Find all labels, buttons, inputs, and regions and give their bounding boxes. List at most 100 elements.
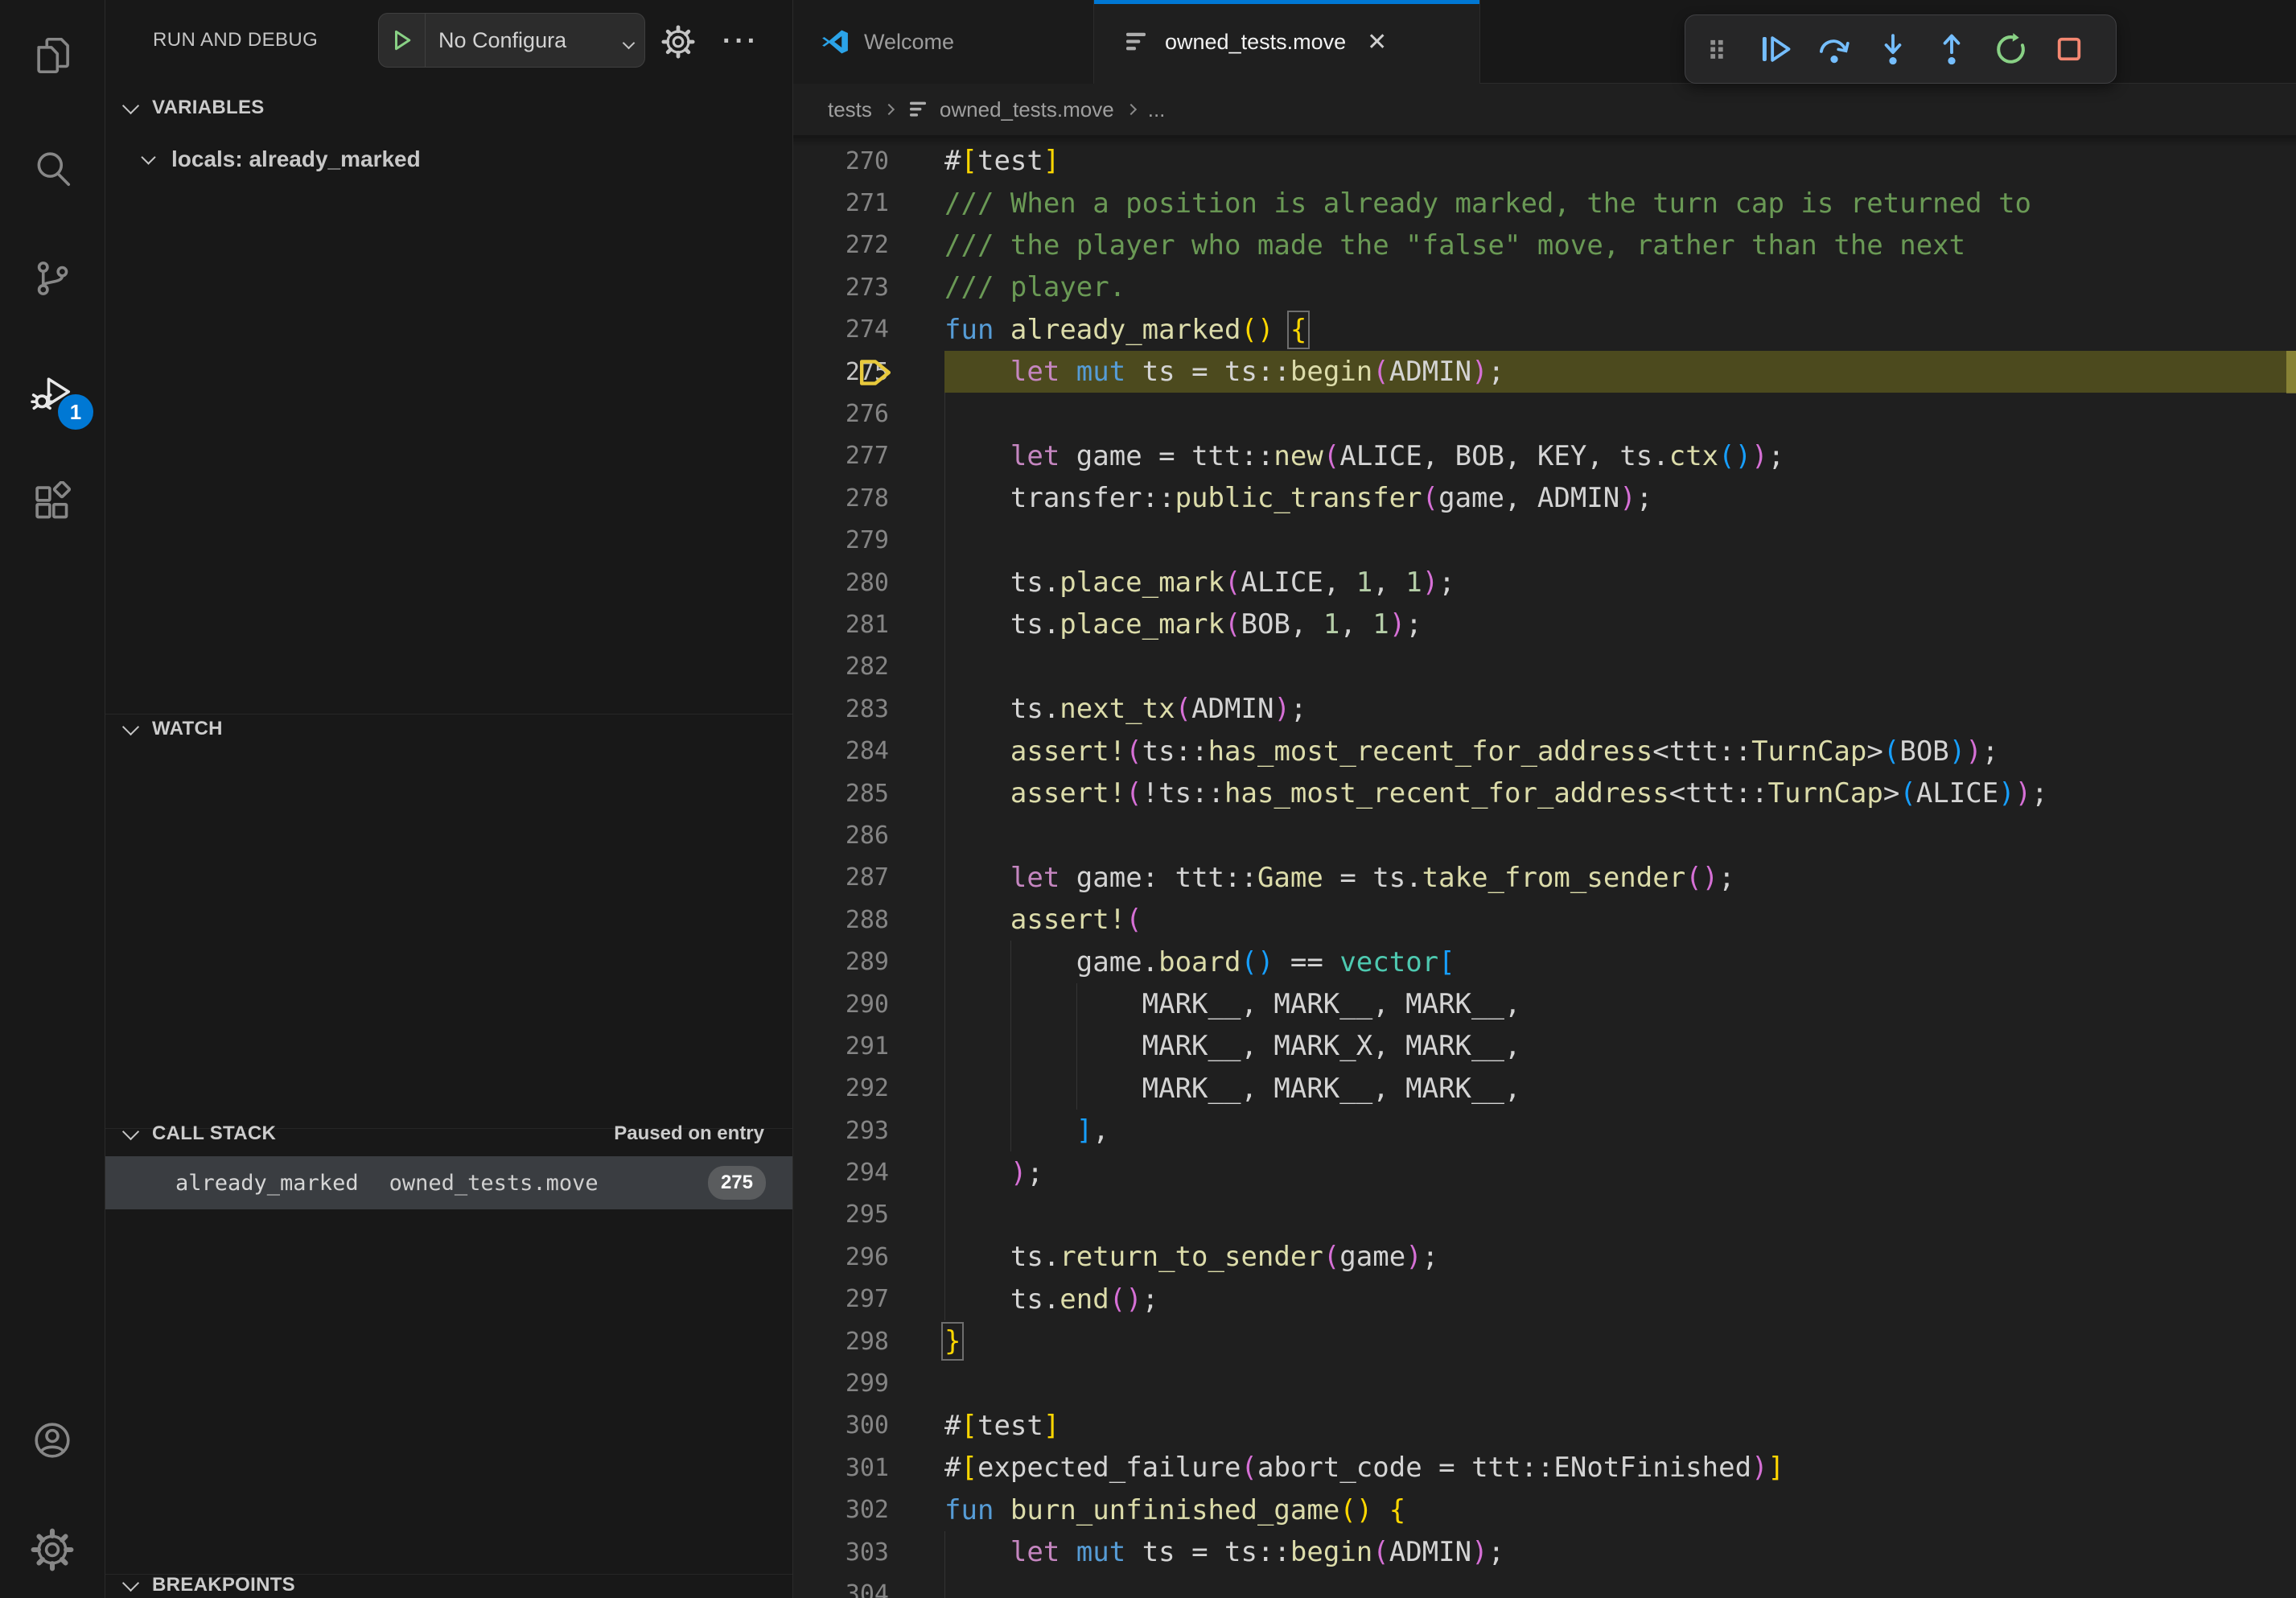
line-number[interactable]: 276 xyxy=(793,400,889,428)
code-line-text[interactable]: ts.return_to_sender(game); xyxy=(944,1236,2296,1278)
watch-section-header[interactable]: WATCH xyxy=(105,708,792,750)
step-over-icon[interactable] xyxy=(1816,31,1853,68)
line-number[interactable]: 291 xyxy=(793,1032,889,1061)
activity-extensions-icon[interactable] xyxy=(0,455,105,551)
activity-settings-icon[interactable] xyxy=(0,1501,105,1598)
code-line-text[interactable]: let mut ts = ts::begin(ADMIN); xyxy=(944,351,2296,393)
code-line-text[interactable]: /// player. xyxy=(944,266,2296,308)
breadcrumb-item[interactable]: owned_tests.move xyxy=(906,97,1114,122)
code-line-text[interactable]: ts.end(); xyxy=(944,1279,2296,1320)
code-line-text[interactable]: #[test] xyxy=(944,140,2296,182)
code-line-text[interactable]: let game = ttt::new(ALICE, BOB, KEY, ts.… xyxy=(944,435,2296,477)
run-config-dropdown[interactable]: No Configura xyxy=(378,13,645,68)
code-line-text[interactable]: MARK__, MARK_X, MARK__, xyxy=(944,1025,2296,1067)
line-number[interactable]: 294 xyxy=(793,1159,889,1187)
line-number[interactable]: 300 xyxy=(793,1411,889,1439)
stop-icon[interactable] xyxy=(2051,31,2088,68)
code-line-text[interactable]: let mut ts = ts::begin(ADMIN); xyxy=(944,1531,2296,1573)
line-number[interactable]: 271 xyxy=(793,189,889,217)
line-number[interactable]: 279 xyxy=(793,526,889,554)
breakpoints-section-header[interactable]: BREAKPOINTS xyxy=(105,1564,792,1598)
variables-section-header[interactable]: VARIABLES xyxy=(105,87,792,129)
breadcrumb-item[interactable]: tests xyxy=(828,97,872,122)
line-number[interactable]: 272 xyxy=(793,231,889,259)
debug-gear-icon[interactable] xyxy=(658,23,698,60)
code-line-text[interactable]: assert!(ts::has_most_recent_for_address<… xyxy=(944,730,2296,772)
variables-locals-row[interactable]: locals: already_marked xyxy=(105,137,792,182)
code-line-text[interactable]: /// the player who made the "false" move… xyxy=(944,224,2296,266)
activity-run-and-debug-icon[interactable]: 1 xyxy=(0,344,105,441)
code-line-text[interactable] xyxy=(944,646,2296,688)
line-number[interactable]: 270 xyxy=(793,147,889,175)
line-number[interactable]: 293 xyxy=(793,1117,889,1145)
line-number[interactable]: 277 xyxy=(793,442,889,470)
line-number[interactable]: 302 xyxy=(793,1496,889,1524)
code-line-text[interactable]: ); xyxy=(944,1151,2296,1193)
code-line-text[interactable] xyxy=(944,814,2296,856)
line-number[interactable]: 278 xyxy=(793,484,889,513)
line-number[interactable]: 295 xyxy=(793,1201,889,1229)
tab-owned-tests-move[interactable]: owned_tests.move✕ xyxy=(1094,0,1480,84)
code-line-text[interactable]: MARK__, MARK__, MARK__, xyxy=(944,983,2296,1025)
activity-search-icon[interactable] xyxy=(0,120,105,216)
line-number[interactable]: 296 xyxy=(793,1243,889,1271)
code-line-text[interactable] xyxy=(944,393,2296,435)
line-number[interactable]: 301 xyxy=(793,1454,889,1482)
line-number[interactable]: 287 xyxy=(793,863,889,892)
code-line-text[interactable]: ts.place_mark(ALICE, 1, 1); xyxy=(944,562,2296,603)
line-number[interactable]: 281 xyxy=(793,611,889,639)
step-into-icon[interactable] xyxy=(1874,31,1911,68)
code-line-text[interactable]: assert!(!ts::has_most_recent_for_address… xyxy=(944,772,2296,814)
line-number[interactable]: 285 xyxy=(793,780,889,808)
code-line-text[interactable]: ts.next_tx(ADMIN); xyxy=(944,688,2296,730)
call-stack-frame-row[interactable]: already_marked owned_tests.move 275 xyxy=(105,1156,792,1209)
line-number[interactable]: 283 xyxy=(793,695,889,723)
code-line-text[interactable]: #[expected_failure(abort_code = ttt::ENo… xyxy=(944,1447,2296,1489)
line-number[interactable]: 274 xyxy=(793,315,889,344)
restart-icon[interactable] xyxy=(1992,31,2029,68)
line-number[interactable]: 289 xyxy=(793,948,889,976)
line-number[interactable]: 304 xyxy=(793,1580,889,1598)
continue-icon[interactable] xyxy=(1757,31,1794,68)
close-icon[interactable]: ✕ xyxy=(1367,28,1387,56)
activity-source-control-icon[interactable] xyxy=(0,230,105,327)
code-line-text[interactable] xyxy=(944,1573,2296,1598)
line-number[interactable]: 282 xyxy=(793,653,889,681)
code-line-text[interactable]: MARK__, MARK__, MARK__, xyxy=(944,1068,2296,1110)
code-line-text[interactable]: game.board() == vector[ xyxy=(944,941,2296,982)
code-area[interactable]: 270 #[test] 271 /// When a position is alre… xyxy=(793,135,2296,1598)
tab-welcome[interactable]: Welcome xyxy=(793,0,1094,84)
code-line-text[interactable]: /// When a position is already marked, t… xyxy=(944,182,2296,224)
activity-account-icon[interactable] xyxy=(0,1392,105,1489)
code-line-text[interactable]: ts.place_mark(BOB, 1, 1); xyxy=(944,603,2296,645)
line-number[interactable]: 298 xyxy=(793,1328,889,1356)
code-line-text[interactable]: transfer::public_transfer(game, ADMIN); xyxy=(944,477,2296,519)
code-line-text[interactable]: ], xyxy=(944,1110,2296,1151)
line-number[interactable]: 284 xyxy=(793,737,889,765)
line-number[interactable]: 303 xyxy=(793,1538,889,1567)
code-line-text[interactable]: fun already_marked() { xyxy=(944,309,2296,351)
line-number[interactable]: 290 xyxy=(793,991,889,1019)
drag-handle-icon[interactable] xyxy=(1698,31,1735,68)
more-actions-icon[interactable]: ··· xyxy=(713,23,769,60)
code-line-text[interactable] xyxy=(944,1362,2296,1404)
code-line-text[interactable]: assert!( xyxy=(944,899,2296,941)
code-line-text[interactable]: let game: ttt::Game = ts.take_from_sende… xyxy=(944,857,2296,899)
line-number[interactable]: 299 xyxy=(793,1369,889,1398)
line-number[interactable]: 280 xyxy=(793,569,889,597)
start-debug-icon[interactable] xyxy=(379,14,426,67)
call-stack-section-header[interactable]: CALL STACK Paused on entry xyxy=(105,1113,792,1155)
activity-explorer-icon[interactable] xyxy=(0,7,105,104)
code-line-text[interactable]: #[test] xyxy=(944,1405,2296,1447)
code-line-text[interactable]: fun burn_unfinished_game() { xyxy=(944,1489,2296,1531)
line-number[interactable]: 273 xyxy=(793,274,889,302)
line-number[interactable]: 288 xyxy=(793,906,889,934)
step-out-icon[interactable] xyxy=(1933,31,1970,68)
code-line-text[interactable] xyxy=(944,520,2296,562)
code-line-text[interactable] xyxy=(944,1194,2296,1236)
line-number[interactable]: 297 xyxy=(793,1285,889,1313)
breadcrumb-item[interactable]: ... xyxy=(1148,97,1166,122)
line-number[interactable]: 292 xyxy=(793,1074,889,1102)
code-line-text[interactable]: } xyxy=(944,1320,2296,1362)
line-number[interactable]: 286 xyxy=(793,822,889,850)
